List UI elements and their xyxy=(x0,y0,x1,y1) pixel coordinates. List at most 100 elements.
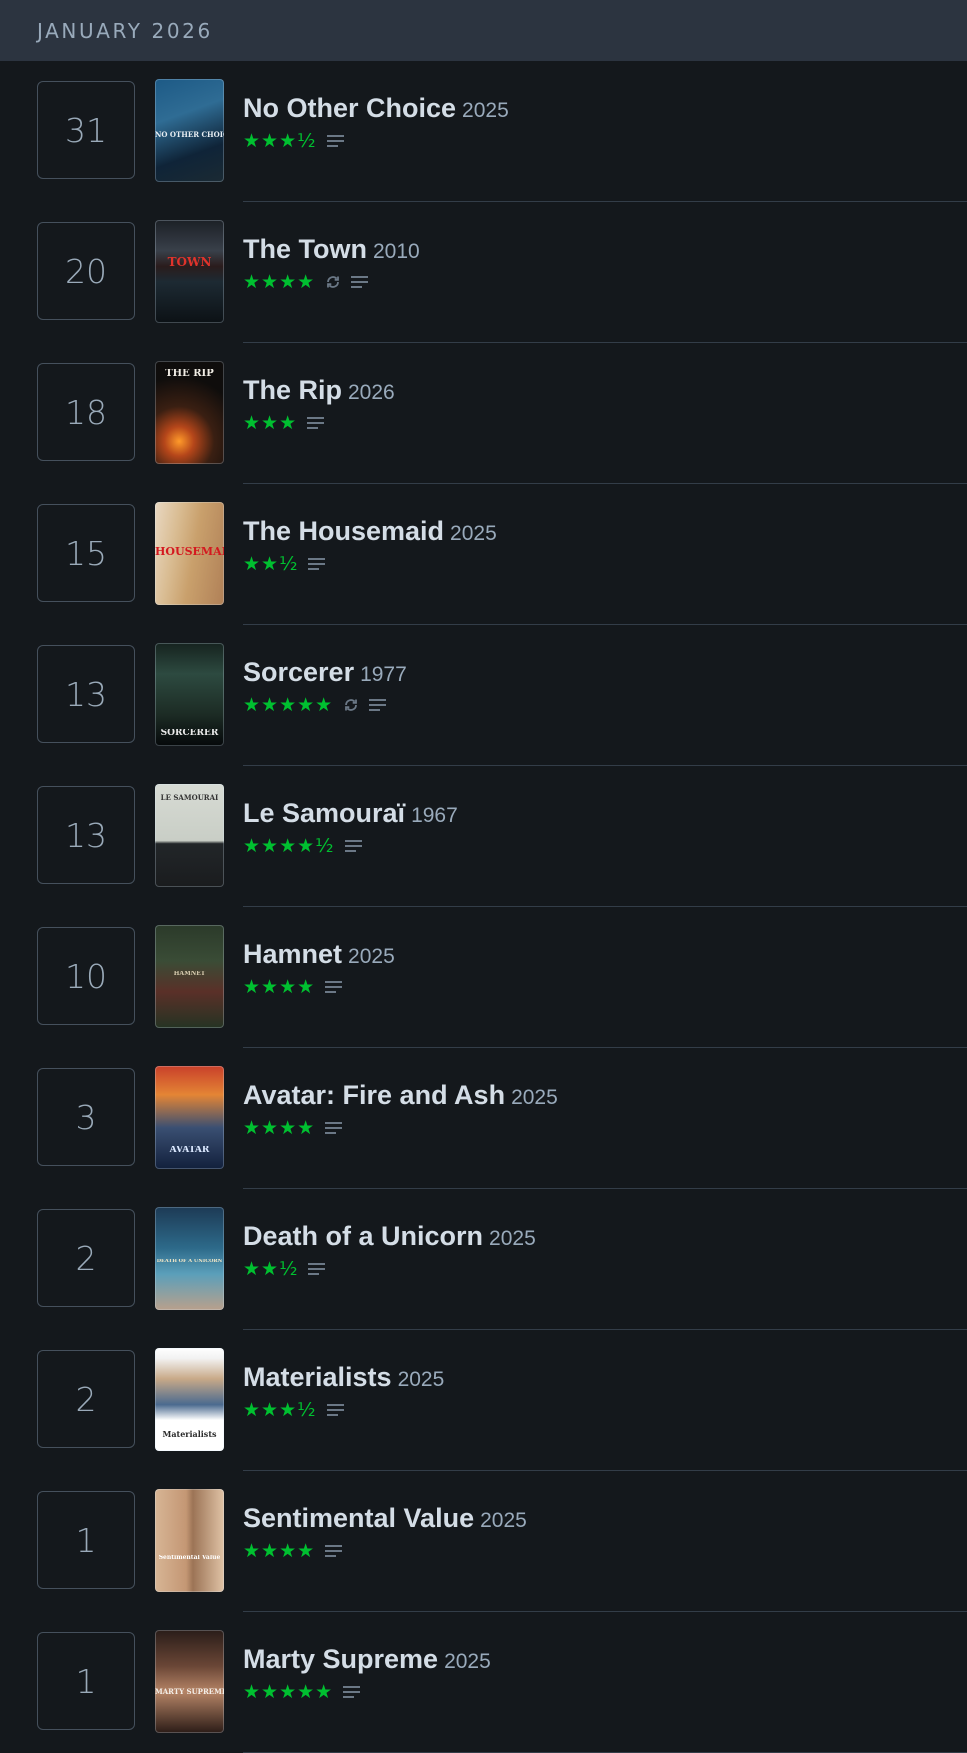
diary-list: 31NO OTHER CHOICENo Other Choice2025★★★½… xyxy=(0,61,967,1753)
film-title[interactable]: The Rip xyxy=(243,375,342,406)
film-title[interactable]: The Housemaid xyxy=(243,516,444,547)
film-poster[interactable]: THE RIP xyxy=(155,361,224,464)
day-box[interactable]: 1 xyxy=(37,1491,135,1589)
review-lines-icon[interactable] xyxy=(308,1262,326,1276)
film-title[interactable]: No Other Choice xyxy=(243,93,456,124)
film-poster[interactable]: MARTY SUPREME xyxy=(155,1630,224,1733)
film-title[interactable]: The Town xyxy=(243,234,367,265)
diary-entry: 2 Materialists Materialists 2025 ★★★½ xyxy=(0,1330,967,1471)
film-poster[interactable]: Sentimental Value xyxy=(155,1489,224,1592)
star-rating: ★★★★★ xyxy=(243,693,334,716)
day-box[interactable]: 15 xyxy=(37,504,135,602)
film-title[interactable]: Death of a Unicorn xyxy=(243,1221,483,1252)
poster-caption: DEATH OF A UNICORN xyxy=(156,1259,223,1264)
day-box[interactable]: 13 xyxy=(37,645,135,743)
day-box[interactable]: 1 xyxy=(37,1632,135,1730)
film-info: The Housemaid 2025 ★★½ xyxy=(243,516,967,575)
film-year[interactable]: 2025 xyxy=(444,1650,491,1674)
film-poster[interactable]: Materialists xyxy=(155,1348,224,1451)
film-poster[interactable]: AVATAR xyxy=(155,1066,224,1169)
star-rating: ★★★★ xyxy=(243,975,316,998)
month-header: JANUARY 2026 xyxy=(0,0,967,61)
film-year[interactable]: 2010 xyxy=(373,240,420,264)
star-rating: ★★★½ xyxy=(243,129,317,152)
day-box[interactable]: 2 xyxy=(37,1209,135,1307)
film-title[interactable]: Hamnet xyxy=(243,939,342,970)
film-title[interactable]: Avatar: Fire and Ash xyxy=(243,1080,505,1111)
day-box[interactable]: 3 xyxy=(37,1068,135,1166)
review-lines-icon[interactable] xyxy=(344,839,363,853)
review-lines-icon[interactable] xyxy=(325,1121,343,1135)
meta-row: ★★★★½ xyxy=(243,835,967,857)
day-number: 20 xyxy=(65,251,107,291)
day-number: 3 xyxy=(75,1097,97,1137)
meta-row: ★★★★ xyxy=(243,271,967,293)
poster-caption: TOWN xyxy=(167,256,212,268)
film-year[interactable]: 1977 xyxy=(360,663,407,687)
poster-caption: THE RIP xyxy=(165,369,214,379)
review-lines-icon[interactable] xyxy=(326,1403,345,1417)
review-lines-icon[interactable] xyxy=(351,275,369,289)
meta-row: ★★★★★ xyxy=(243,694,967,716)
film-year[interactable]: 2025 xyxy=(450,522,497,546)
film-title[interactable]: Sorcerer xyxy=(243,657,354,688)
film-poster[interactable]: TOWN xyxy=(155,220,224,323)
review-lines-icon[interactable] xyxy=(343,1685,361,1699)
meta-row: ★★½ xyxy=(243,1258,967,1280)
meta-row: ★★★½ xyxy=(243,1399,967,1421)
day-box[interactable]: 2 xyxy=(37,1350,135,1448)
star-rating: ★★½ xyxy=(243,1257,299,1280)
review-lines-icon[interactable] xyxy=(325,980,343,994)
film-year[interactable]: 2025 xyxy=(480,1509,527,1533)
day-number: 1 xyxy=(75,1520,97,1560)
day-number: 31 xyxy=(65,110,107,150)
film-year[interactable]: 2026 xyxy=(348,381,395,405)
review-lines-icon[interactable] xyxy=(369,698,387,712)
poster-caption: MARTY SUPREME xyxy=(155,1688,224,1695)
film-poster[interactable]: HOUSEMAID xyxy=(155,502,224,605)
star-rating: ★★½ xyxy=(243,552,299,575)
film-poster[interactable]: NO OTHER CHOICE xyxy=(155,79,224,182)
film-info: Materialists 2025 ★★★½ xyxy=(243,1362,967,1421)
diary-entry: 1 MARTY SUPREME Marty Supreme 2025 ★★★★★ xyxy=(0,1612,967,1753)
film-year[interactable]: 1967 xyxy=(411,804,458,828)
film-title[interactable]: Marty Supreme xyxy=(243,1644,438,1675)
day-box[interactable]: 31 xyxy=(37,81,135,179)
diary-entry: 13 SORCERER Sorcerer 1977 ★★★★★ xyxy=(0,625,967,766)
star-rating: ★★★★ xyxy=(243,1539,316,1562)
title-row: Hamnet 2025 xyxy=(243,939,967,970)
day-box[interactable]: 20 xyxy=(37,222,135,320)
day-box[interactable]: 13 xyxy=(37,786,135,884)
film-year[interactable]: 2025 xyxy=(398,1368,445,1392)
meta-row: ★★★★ xyxy=(243,976,967,998)
day-number: 15 xyxy=(65,533,107,573)
day-box[interactable]: 10 xyxy=(37,927,135,1025)
film-info: The Town 2010 ★★★★ xyxy=(243,234,967,293)
diary-entry: 20 TOWN The Town 2010 ★★★★ xyxy=(0,202,967,343)
diary-entry: 1 Sentimental Value Sentimental Value 2025 ★… xyxy=(0,1471,967,1612)
film-poster[interactable]: DEATH OF A UNICORN xyxy=(155,1207,224,1310)
film-year[interactable]: 2025 xyxy=(348,945,395,969)
star-rating: ★★★★★ xyxy=(243,1680,334,1703)
film-title[interactable]: Materialists xyxy=(243,1362,392,1393)
film-title[interactable]: Le Samouraï xyxy=(243,798,405,829)
day-box[interactable]: 18 xyxy=(37,363,135,461)
review-lines-icon[interactable] xyxy=(325,1544,343,1558)
title-row: Sentimental Value 2025 xyxy=(243,1503,967,1534)
diary-entry: 10 HAMNET Hamnet 2025 ★★★★ xyxy=(0,907,967,1048)
film-poster[interactable]: LE SAMOURAÏ xyxy=(155,784,224,887)
title-row: The Rip 2026 xyxy=(243,375,967,406)
review-lines-icon[interactable] xyxy=(308,557,326,571)
film-poster[interactable]: HAMNET xyxy=(155,925,224,1028)
film-year[interactable]: 2025 xyxy=(511,1086,558,1110)
review-lines-icon[interactable] xyxy=(326,134,345,148)
film-title[interactable]: Sentimental Value xyxy=(243,1503,474,1534)
day-number: 2 xyxy=(75,1238,97,1278)
film-year[interactable]: 2025 xyxy=(489,1227,536,1251)
review-lines-icon[interactable] xyxy=(307,416,325,430)
film-poster[interactable]: SORCERER xyxy=(155,643,224,746)
title-row: Death of a Unicorn 2025 xyxy=(243,1221,967,1252)
film-info: Marty Supreme 2025 ★★★★★ xyxy=(243,1644,967,1703)
film-year[interactable]: 2025 xyxy=(462,99,509,123)
title-row: Avatar: Fire and Ash 2025 xyxy=(243,1080,967,1111)
